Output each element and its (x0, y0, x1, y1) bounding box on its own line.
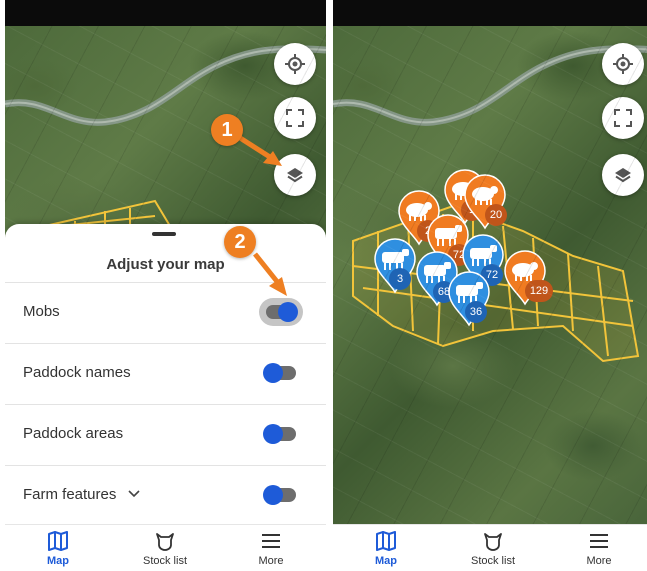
nav-item-map[interactable]: Map (346, 527, 426, 571)
nav-label: Stock list (142, 555, 187, 567)
paddock-boundaries (352, 204, 640, 363)
map-icon (376, 531, 396, 551)
nav-item-map[interactable]: Map (18, 527, 98, 571)
bottom-navbar: Map Stock list More (5, 524, 326, 571)
mob-count-badge: 68 (433, 281, 455, 303)
sheep-pin-icon (444, 169, 486, 225)
mob-pin-cattle[interactable]: 72 (461, 234, 505, 290)
fullscreen-icon (614, 109, 632, 127)
mob-count-badge: 2 (417, 220, 439, 242)
nav-item-more[interactable]: More (559, 527, 639, 571)
nav-item-stock-list[interactable]: Stock list (125, 527, 205, 571)
locate-button[interactable] (602, 43, 644, 85)
menu-icon (590, 534, 608, 548)
cattle-pin-icon (462, 234, 504, 290)
mob-pin-sheep[interactable]: 129 (503, 250, 553, 306)
mob-pin-cattle[interactable]: 3 (373, 238, 417, 294)
cattle-pin-icon (448, 271, 490, 327)
status-bar (5, 0, 326, 26)
nav-label: More (258, 555, 284, 567)
sheep-pin-icon (464, 174, 506, 230)
bottom-navbar: Map Stock list More (333, 524, 647, 571)
locate-icon (613, 54, 633, 74)
mob-pin-sheep[interactable]: 1 (443, 169, 487, 225)
layers-button[interactable] (602, 154, 644, 196)
nav-label: More (586, 555, 612, 567)
cow-icon (156, 533, 174, 551)
layers-icon (615, 168, 631, 183)
mob-count-badge: 20 (485, 204, 507, 226)
mob-pin-cattle[interactable]: 36 (447, 271, 491, 327)
mob-pin-sheep[interactable]: 20 (463, 174, 507, 230)
cattle-pin-icon (427, 214, 469, 270)
nav-item-stock-list[interactable]: Stock list (453, 527, 533, 571)
nav-label: Map (47, 555, 69, 567)
arrow-2 (253, 252, 287, 296)
map-icon (48, 531, 68, 551)
cow-icon (484, 533, 502, 551)
mob-pin-cattle[interactable]: 68 (415, 251, 459, 307)
mob-count-badge: 36 (465, 301, 487, 323)
fullscreen-button[interactable] (602, 97, 644, 139)
mob-pin-sheep[interactable]: 2 (397, 190, 441, 246)
cattle-pin-icon (416, 251, 458, 307)
menu-icon (262, 534, 280, 548)
mob-count-badge: 3 (389, 268, 411, 290)
nav-label: Map (375, 555, 397, 567)
mob-pin-cattle[interactable]: 72 (426, 214, 470, 270)
mob-count-badge: 129 (525, 280, 553, 302)
callout-2: 2 (224, 226, 256, 258)
callout-1: 1 (211, 114, 243, 146)
river (333, 45, 647, 363)
nav-item-more[interactable]: More (231, 527, 311, 571)
satellite-map[interactable]: 1 20 2 72 3 68 72 36 129 (333, 26, 647, 526)
sheep-pin-icon (504, 250, 546, 306)
right-phone-screen: 1 20 2 72 3 68 72 36 129 Map Stock list … (333, 0, 647, 571)
mob-count-badge: 72 (448, 244, 470, 266)
mob-count-badge: 72 (481, 264, 503, 286)
cattle-pin-icon (374, 238, 416, 294)
sheep-pin-icon (398, 190, 440, 246)
nav-label: Stock list (470, 555, 515, 567)
mob-count-badge: 1 (461, 199, 483, 221)
status-bar (333, 0, 647, 26)
left-phone-screen: 1 Adjust your map Mobs Paddock names Pad… (5, 0, 326, 571)
